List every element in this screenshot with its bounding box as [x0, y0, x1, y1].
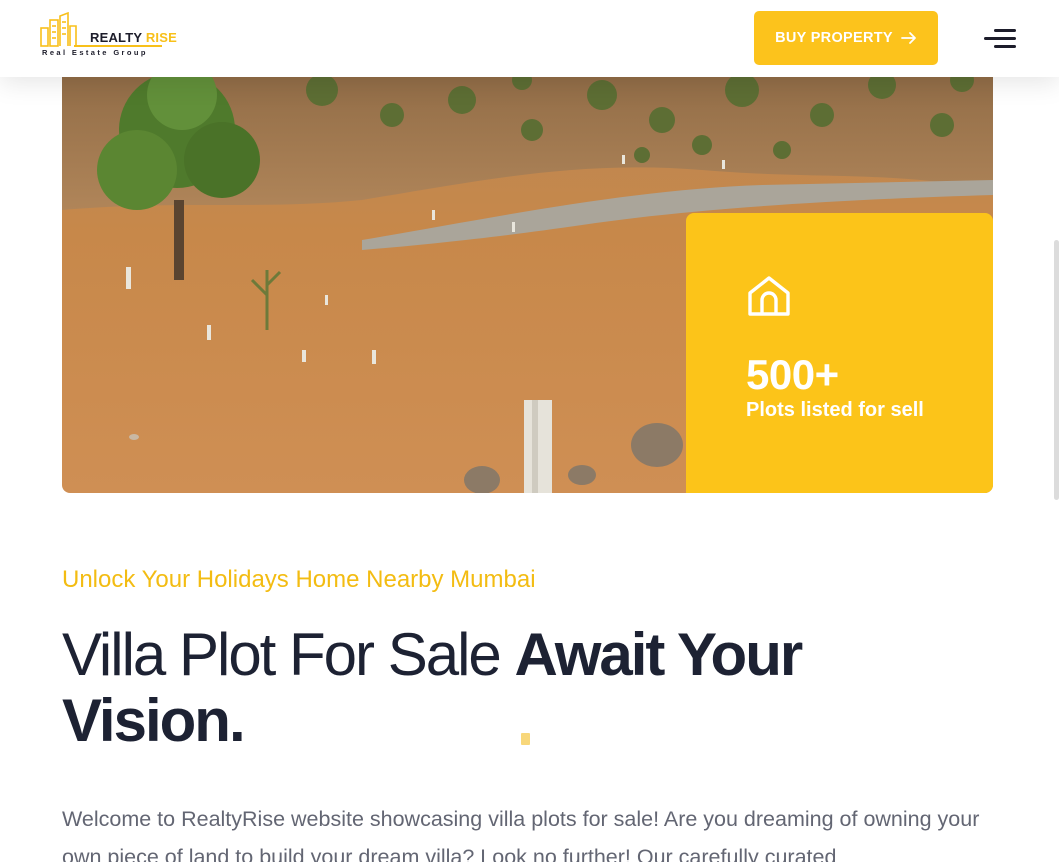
title-end-mark: .: [228, 687, 246, 754]
house-icon: [748, 276, 790, 316]
section-title: Villa Plot For Sale Await Your Vision.: [62, 622, 962, 754]
buy-property-label: BUY PROPERTY: [775, 30, 893, 46]
title-light-part: Villa Plot For Sale: [62, 621, 515, 688]
menu-line-bottom: [994, 45, 1016, 48]
brand-name-part2: RISE: [145, 30, 177, 45]
page-scrollbar[interactable]: [1054, 240, 1059, 500]
brand-logo[interactable]: REALTY RISE Real Estate Group: [40, 12, 177, 60]
menu-line-middle: [984, 37, 1016, 40]
building-logo-icon: [40, 12, 77, 47]
menu-line-top: [994, 29, 1016, 32]
brand-name-part1: REALTY: [90, 30, 143, 45]
arrow-right-icon: [900, 32, 916, 44]
brand-underline: [74, 45, 162, 47]
brand-tagline: Real Estate Group: [42, 48, 148, 57]
plots-stat-card: 500+ Plots listed for sell: [686, 213, 993, 493]
hamburger-menu-icon[interactable]: [984, 26, 1016, 50]
plots-label: Plots listed for sell: [746, 399, 924, 421]
plots-count: 500+: [746, 351, 839, 398]
brand-name: REALTY RISE: [90, 30, 177, 45]
site-header: REALTY RISE Real Estate Group BUY PROPER…: [0, 0, 1059, 77]
section-eyebrow: Unlock Your Holidays Home Nearby Mumbai: [62, 566, 536, 593]
loading-indicator: [521, 733, 530, 745]
buy-property-button[interactable]: BUY PROPERTY: [754, 11, 938, 65]
intro-paragraph: Welcome to RealtyRise website showcasing…: [62, 807, 980, 862]
